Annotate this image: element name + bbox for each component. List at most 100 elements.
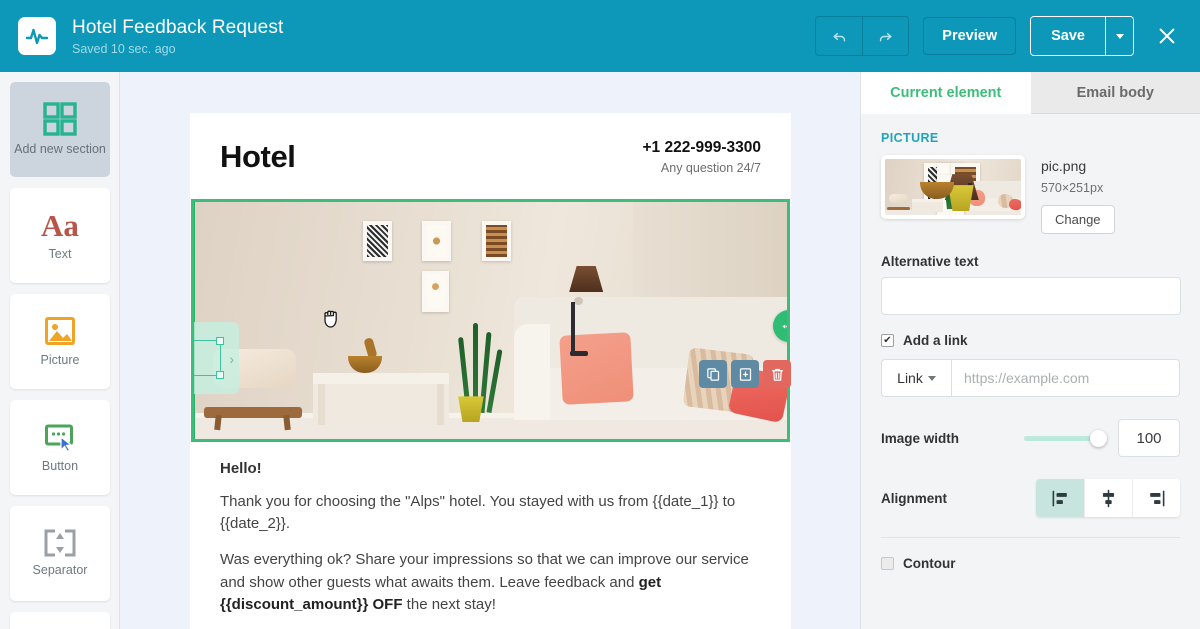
paragraph-1: Thank you for choosing the "Alps" hotel.… — [220, 493, 736, 533]
add-link-checkbox[interactable] — [881, 334, 894, 347]
alignment-button-group — [1036, 479, 1180, 517]
image-width-slider[interactable] — [1024, 429, 1107, 447]
wall-art-frame — [481, 220, 511, 261]
chair-leg — [282, 414, 291, 430]
image-width-value[interactable]: 100 — [1118, 419, 1180, 457]
add-link-label: Add a link — [903, 333, 968, 348]
sidebar-item-label: Text — [48, 246, 72, 261]
coffee-table — [312, 372, 449, 425]
link-type-dropdown[interactable]: Link — [881, 359, 951, 397]
sidebar-item-partial[interactable] — [10, 612, 110, 629]
align-right-button[interactable] — [1132, 479, 1180, 517]
lamp-neck — [574, 296, 584, 305]
drop-position-indicator — [194, 202, 195, 439]
thumbnail-image — [885, 159, 1021, 215]
chevron-right-icon: › — [229, 351, 234, 367]
image-width-label: Image width — [881, 430, 960, 446]
sofa-armrest — [514, 323, 550, 421]
panel-tabs: Current element Email body — [861, 72, 1200, 114]
sidebar-item-button[interactable]: Button — [10, 400, 110, 495]
trash-icon — [771, 368, 783, 381]
paragraph-2: Was everything ok? Share your impression… — [220, 549, 761, 616]
move-arrows-icon — [781, 321, 787, 331]
redo-button[interactable] — [862, 17, 909, 55]
app-logo — [18, 17, 56, 55]
wall-art-frame — [422, 270, 450, 312]
delete-element-button[interactable] — [763, 360, 791, 388]
picture-dimensions: 570×251px — [1041, 181, 1104, 195]
resize-handle — [216, 337, 224, 345]
top-actions: Preview Save — [815, 16, 1184, 56]
preview-button[interactable]: Preview — [923, 17, 1017, 55]
email-picture-element-selected[interactable]: ⌃ ⌄ ‹ › — [191, 199, 790, 442]
paragraph-2-lead: Was everything ok? Share your impression… — [220, 551, 749, 591]
duplicate-element-button[interactable] — [699, 360, 727, 388]
align-left-button[interactable] — [1036, 479, 1084, 517]
alignment-row: Alignment — [861, 457, 1200, 517]
contour-checkbox[interactable] — [881, 557, 894, 570]
email-document: Hotel +1 222-999-3300 Any question 24/7 — [190, 113, 791, 629]
sidebar-item-picture[interactable]: Picture — [10, 294, 110, 389]
redo-arrow-icon — [880, 32, 892, 41]
email-header-section[interactable]: Hotel +1 222-999-3300 Any question 24/7 — [190, 113, 791, 199]
link-url-input[interactable] — [951, 359, 1180, 397]
page-title: Hotel Feedback Request — [72, 16, 284, 38]
email-body-text-element[interactable]: Hello! Thank you for choosing the "Alps"… — [190, 442, 791, 629]
sidebar-item-separator[interactable]: Separator — [10, 506, 110, 601]
sidebar-item-label: Picture — [40, 353, 80, 368]
picture-thumbnail[interactable] — [881, 155, 1025, 219]
drag-ghost-preview: ⌃ ⌄ ‹ › — [194, 322, 239, 394]
sidebar-item-add-new-section[interactable]: Add new section — [10, 82, 110, 177]
alternative-text-input[interactable] — [881, 277, 1181, 315]
table-top — [312, 372, 449, 385]
align-center-button[interactable] — [1084, 479, 1132, 517]
sidebar-item-label: Separator — [32, 563, 88, 578]
thumb-table-top — [912, 199, 944, 203]
slider-knob[interactable] — [1090, 429, 1107, 447]
email-canvas[interactable]: Hotel +1 222-999-3300 Any question 24/7 — [120, 72, 860, 629]
title-block: Hotel Feedback Request Saved 10 sec. ago — [72, 17, 283, 56]
section-title-picture: PICTURE — [881, 131, 939, 145]
tab-current-element[interactable]: Current element — [861, 72, 1031, 114]
lamp-stem — [571, 301, 576, 354]
align-left-icon — [1052, 490, 1067, 506]
close-button[interactable] — [1150, 17, 1184, 55]
table-leg — [318, 384, 326, 425]
wall-art-frame — [422, 220, 452, 261]
chevron-down-icon — [1115, 33, 1124, 39]
contour-checkbox-row[interactable]: Contour — [861, 538, 1200, 571]
aa-text-icon: Aa — [41, 207, 79, 243]
email-phone-note: Any question 24/7 — [660, 161, 761, 175]
thumb-chair-throw — [889, 193, 909, 203]
save-to-library-button[interactable] — [731, 360, 759, 388]
save-block-icon — [739, 367, 751, 381]
save-button[interactable]: Save — [1031, 17, 1105, 55]
paragraph-2-tail: the next stay! — [402, 595, 496, 613]
undo-button[interactable] — [816, 17, 863, 55]
align-center-icon — [1102, 489, 1115, 507]
thumb-chair-seat — [887, 207, 910, 211]
change-picture-button[interactable]: Change — [1041, 205, 1115, 234]
contour-label: Contour — [903, 556, 956, 571]
pulse-activity-icon — [25, 28, 49, 45]
image-width-row: Image width 100 — [861, 397, 1200, 457]
save-group: Save — [1030, 16, 1134, 56]
element-action-toolbar — [699, 360, 791, 388]
top-header-bar: Hotel Feedback Request Saved 10 sec. ago… — [0, 0, 1200, 72]
link-type-label: Link — [897, 370, 923, 386]
left-sidebar: Add new section Aa Text Picture Button S… — [0, 72, 120, 629]
alignment-controls — [1036, 479, 1180, 517]
image-mountain-icon — [45, 317, 75, 346]
tab-email-body[interactable]: Email body — [1030, 72, 1200, 114]
email-contact-block: +1 222-999-3300 Any question 24/7 — [642, 139, 761, 175]
add-link-checkbox-row[interactable]: Add a link — [861, 315, 1200, 348]
sidebar-item-text[interactable]: Aa Text — [10, 188, 110, 283]
save-dropdown-button[interactable] — [1105, 17, 1133, 55]
wall-art-frame — [363, 220, 392, 261]
align-right-icon — [1150, 490, 1165, 506]
coral-cushion — [558, 331, 634, 405]
close-x-icon — [1159, 28, 1175, 44]
copy-icon — [706, 367, 719, 381]
thumb-table — [912, 199, 944, 212]
separator-brackets-icon — [44, 529, 76, 557]
